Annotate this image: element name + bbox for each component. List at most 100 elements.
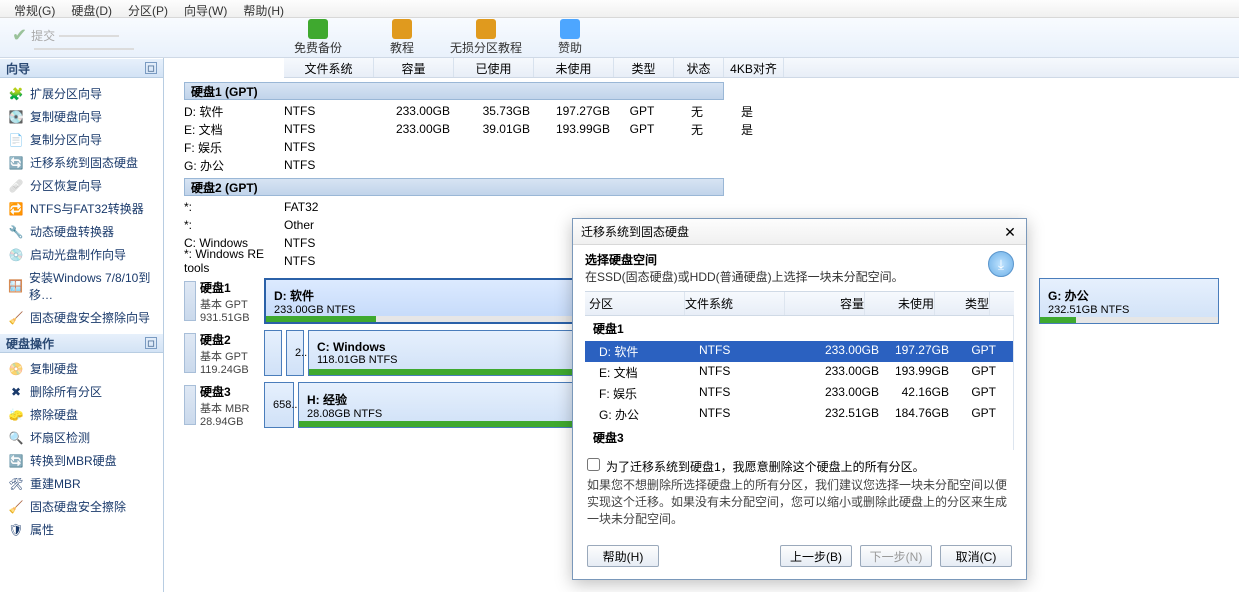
- sidebar-icon: 💿: [8, 247, 24, 263]
- dialog-columns: 分区 文件系统 容量 未使用 类型: [585, 291, 1014, 316]
- disk-info[interactable]: 硬盘3基本 MBR28.94GB: [200, 383, 260, 428]
- partition-row[interactable]: D: 软件NTFS233.00GB35.73GB197.27GBGPT无是: [184, 102, 1239, 120]
- col-status: 状态: [674, 58, 724, 77]
- toolbar-icon: [560, 19, 580, 39]
- dialog-list[interactable]: 硬盘1D: 软件NTFS233.00GB197.27GBGPTE: 文档NTFS…: [585, 316, 1014, 450]
- sidebar-item[interactable]: 📄复制分区向导: [0, 128, 163, 151]
- sidebar-item[interactable]: 🧹固态硬盘安全擦除: [0, 495, 163, 518]
- partition-row[interactable]: E: 文档NTFS233.00GB39.01GB193.99GBGPT无是: [184, 120, 1239, 138]
- left-sidebar: 向导 ◻ 🧩扩展分区向导💽复制硬盘向导📄复制分区向导🔄迁移系统到固态硬盘🩹分区恢…: [0, 58, 164, 592]
- help-button[interactable]: 帮助(H): [587, 545, 659, 567]
- menubar: 常规(G)硬盘(D)分区(P)向导(W)帮助(H): [0, 0, 1239, 18]
- collapse-icon[interactable]: ◻: [145, 337, 157, 349]
- disk-info[interactable]: 硬盘1基本 GPT931.51GB: [200, 279, 260, 324]
- partition-row[interactable]: G: 办公NTFS: [184, 156, 1239, 174]
- disk-info[interactable]: 硬盘2基本 GPT119.24GB: [200, 331, 260, 376]
- sidebar-label: 安装Windows 7/8/10到移…: [29, 269, 155, 303]
- toolbar-button[interactable]: 免费备份: [278, 19, 358, 56]
- dialog-partition-row[interactable]: E: 文档NTFS233.00GB193.99GBGPT: [585, 362, 1013, 383]
- sidebar-item[interactable]: 🔍 坏扇区检测: [0, 426, 163, 449]
- menu-item[interactable]: 硬盘(D): [63, 0, 120, 17]
- dialog-group-header: 硬盘3: [585, 425, 1013, 450]
- sidebar-label: 扩展分区向导: [30, 85, 102, 102]
- sidebar-item[interactable]: 🪟 安装Windows 7/8/10到移…: [0, 266, 163, 306]
- sidebar-label: NTFS与FAT32转换器: [30, 200, 144, 217]
- partition-box[interactable]: [264, 330, 282, 376]
- disk-title[interactable]: 硬盘1 (GPT): [184, 82, 724, 100]
- delete-confirm-checkbox[interactable]: [587, 458, 600, 471]
- sidebar-label: 复制分区向导: [30, 131, 102, 148]
- sidebar-item[interactable]: 🛡 属性: [0, 518, 163, 541]
- sidebar-icon: 🧹: [8, 310, 24, 326]
- dialog-partition-row[interactable]: F: 娱乐NTFS233.00GB42.16GBGPT: [585, 383, 1013, 404]
- sidebar-item[interactable]: 🛠重建MBR: [0, 472, 163, 495]
- sidebar-icon: 🧽: [8, 407, 24, 423]
- partition-box[interactable]: 658...: [264, 382, 294, 428]
- toolbar-label: 免费备份: [294, 39, 342, 56]
- sidebar-label: 启动光盘制作向导: [30, 246, 126, 263]
- menu-item[interactable]: 分区(P): [120, 0, 176, 17]
- sidebar-item[interactable]: 🩹 分区恢复向导: [0, 174, 163, 197]
- partition-row[interactable]: F: 娱乐NTFS: [184, 138, 1239, 156]
- sidebar-icon: 💽: [8, 109, 24, 125]
- sidebar-label: 转换到MBR硬盘: [30, 452, 117, 469]
- col-align: 4KB对齐: [724, 58, 784, 77]
- toolbar-icon: [308, 19, 328, 39]
- main-area: 文件系统 容量 已使用 未使用 类型 状态 4KB对齐 硬盘1 (GPT) D: …: [164, 58, 1239, 592]
- disk-title[interactable]: 硬盘2 (GPT): [184, 178, 724, 196]
- checkbox-label: 为了迁移系统到硬盘1，我愿意删除这个硬盘上的所有分区。: [606, 458, 925, 475]
- partition-box[interactable]: 2..: [286, 330, 304, 376]
- dialog-checkbox-row[interactable]: 为了迁移系统到硬盘1，我愿意删除这个硬盘上的所有分区。: [573, 450, 1026, 477]
- sidebar-item[interactable]: 💽 复制硬盘向导: [0, 105, 163, 128]
- sidebar-item[interactable]: 🧽擦除硬盘: [0, 403, 163, 426]
- partition-row[interactable]: *:FAT32: [184, 198, 1239, 216]
- sidebar-item[interactable]: 🧹 固态硬盘安全擦除向导: [0, 306, 163, 329]
- toolbar-button[interactable]: 赞助: [530, 19, 610, 56]
- cancel-button[interactable]: 取消(C): [940, 545, 1012, 567]
- disk-led-icon: [184, 333, 196, 373]
- sidebar-icon: 🛡: [8, 522, 24, 538]
- sidebar-label: 属性: [30, 521, 54, 538]
- sidebar-label: 迁移系统到固态硬盘: [30, 154, 138, 171]
- sidebar-icon: 🧩: [8, 86, 24, 102]
- sidebar-icon: 🛠: [8, 476, 24, 492]
- migrate-dialog: 迁移系统到固态硬盘 ✕ ⤓ 选择硬盘空间 在SSD(固态硬盘)或HDD(普通硬盘…: [572, 218, 1027, 580]
- next-button: 下一步(N): [860, 545, 932, 567]
- wizard-title: 向导: [6, 60, 30, 77]
- sidebar-label: 分区恢复向导: [30, 177, 102, 194]
- sidebar-item[interactable]: 🔁NTFS与FAT32转换器: [0, 197, 163, 220]
- sidebar-icon: ✖: [8, 384, 24, 400]
- sidebar-icon: 🩹: [8, 178, 24, 194]
- sidebar-icon: 🪟: [8, 278, 23, 294]
- sidebar-label: 坏扇区检测: [30, 429, 90, 446]
- sidebar-label: 固态硬盘安全擦除向导: [30, 309, 150, 326]
- sidebar-item[interactable]: 📀复制硬盘: [0, 357, 163, 380]
- sidebar-icon: 🔍: [8, 430, 24, 446]
- sidebar-item[interactable]: 🔄转换到MBR硬盘: [0, 449, 163, 472]
- dialog-partition-row[interactable]: G: 办公NTFS232.51GB184.76GBGPT: [585, 404, 1013, 425]
- menu-item[interactable]: 帮助(H): [235, 0, 292, 17]
- dialog-partition-row[interactable]: D: 软件NTFS233.00GB197.27GBGPT: [585, 341, 1013, 362]
- wizard-panel-header[interactable]: 向导 ◻: [0, 58, 163, 78]
- dialog-sub: 在SSD(固态硬盘)或HDD(普通硬盘)上选择一块未分配空间。: [585, 268, 1014, 285]
- partition-box[interactable]: G: 办公232.51GB NTFS: [1039, 278, 1219, 324]
- commit-area: ✔ 提交: [8, 25, 268, 50]
- sidebar-item[interactable]: 🔧动态硬盘转换器: [0, 220, 163, 243]
- sidebar-item[interactable]: 🧩 扩展分区向导: [0, 82, 163, 105]
- commit-label: 提交: [31, 27, 55, 44]
- sidebar-item[interactable]: 🔄迁移系统到固态硬盘: [0, 151, 163, 174]
- collapse-icon[interactable]: ◻: [145, 62, 157, 74]
- close-icon[interactable]: ✕: [1002, 224, 1018, 240]
- menu-item[interactable]: 向导(W): [176, 0, 235, 17]
- back-button[interactable]: 上一步(B): [780, 545, 852, 567]
- toolbar-button[interactable]: 无损分区教程: [446, 19, 526, 56]
- menu-item[interactable]: 常规(G): [6, 0, 63, 17]
- sidebar-label: 复制硬盘: [30, 360, 78, 377]
- toolbar-button[interactable]: 教程: [362, 19, 442, 56]
- sidebar-item[interactable]: 💿 启动光盘制作向导: [0, 243, 163, 266]
- sidebar-label: 复制硬盘向导: [30, 108, 102, 125]
- columns-header: 文件系统 容量 已使用 未使用 类型 状态 4KB对齐: [284, 58, 1239, 78]
- sidebar-item[interactable]: ✖ 删除所有分区: [0, 380, 163, 403]
- sidebar-label: 删除所有分区: [30, 383, 102, 400]
- ops-panel-header[interactable]: 硬盘操作 ◻: [0, 333, 163, 353]
